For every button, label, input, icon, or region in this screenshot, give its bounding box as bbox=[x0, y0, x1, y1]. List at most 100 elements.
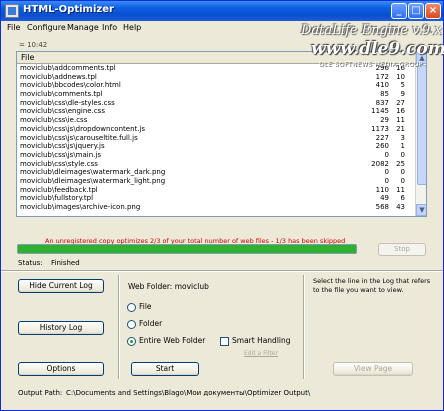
log-value-1: 29 bbox=[380, 116, 389, 125]
view-hint-text: Select the line in the Log that refers t… bbox=[313, 277, 431, 294]
watermark-line-2: www.dle9.com bbox=[311, 39, 444, 59]
log-file-path: moviclub\css\engine.css bbox=[20, 107, 105, 116]
radio-folder[interactable]: Folder bbox=[127, 319, 162, 329]
log-row[interactable]: moviclub\css\style.css 2082 25 bbox=[17, 160, 415, 169]
title-bar[interactable]: HTML-Optimizer _ □ × bbox=[1, 1, 443, 21]
log-value-2: 1 bbox=[400, 142, 405, 151]
output-path-value: C:\Documents and Settings\Blago\Мои доку… bbox=[66, 389, 311, 397]
hide-current-log-button[interactable]: Hide Current Log bbox=[18, 279, 104, 293]
log-value-1: 0 bbox=[384, 168, 389, 177]
log-file-path: moviclub\images\archive-icon.png bbox=[20, 203, 141, 211]
log-value-2: 27 bbox=[396, 98, 405, 107]
progress-fill bbox=[18, 245, 356, 253]
log-value-1: 110 bbox=[375, 185, 389, 194]
log-row[interactable]: moviclub\dleimages\watermark_light.png 0 0 bbox=[17, 177, 415, 186]
minimize-button[interactable]: _ bbox=[391, 3, 407, 19]
separator-left bbox=[118, 275, 120, 379]
menu-configure[interactable]: Configure bbox=[27, 23, 66, 32]
scroll-down-icon[interactable]: ▼ bbox=[416, 204, 426, 216]
log-row[interactable]: moviclub\css\js\carouseltite.full.js 227 3 bbox=[17, 134, 415, 143]
radio-file-label: File bbox=[139, 302, 152, 311]
log-file-path: moviclub\comments.tpl bbox=[20, 90, 103, 99]
log-value-2: 9 bbox=[400, 90, 405, 99]
log-value-2: 25 bbox=[396, 159, 405, 168]
menu-file[interactable]: File bbox=[7, 23, 20, 32]
log-row[interactable]: moviclub\addnews.tpl 172 10 bbox=[17, 73, 415, 82]
log-file-path: moviclub\css\js\dropdowncontent.js bbox=[20, 124, 146, 133]
log-file-path: moviclub\fullstory.tpl bbox=[20, 194, 94, 203]
checkbox-icon[interactable] bbox=[220, 336, 229, 346]
radio-entire-icon[interactable] bbox=[127, 336, 136, 346]
app-icon bbox=[5, 4, 19, 18]
start-button[interactable]: Start bbox=[131, 362, 199, 376]
log-row[interactable]: moviclub\css\engine.css 1145 16 bbox=[17, 107, 415, 116]
log-row[interactable]: moviclub\css\js\main.js 0 0 bbox=[17, 151, 415, 160]
log-value-2: 43 bbox=[396, 203, 405, 211]
status-value: Finished bbox=[51, 259, 80, 267]
progress-bar bbox=[17, 244, 357, 254]
radio-file-icon[interactable] bbox=[127, 302, 136, 312]
log-value-2: 10 bbox=[396, 72, 405, 81]
log-row[interactable]: moviclub\fullstory.tpl 49 6 bbox=[17, 194, 415, 203]
radio-entire-web-folder[interactable]: Entire Web Folder bbox=[127, 336, 205, 346]
log-value-1: 49 bbox=[380, 194, 389, 203]
menu-manage[interactable]: Manage bbox=[67, 23, 99, 32]
log-file-path: moviclub\feedback.tpl bbox=[20, 185, 98, 194]
log-value-2: 11 bbox=[396, 185, 405, 194]
log-row[interactable]: moviclub\comments.tpl 85 9 bbox=[17, 90, 415, 99]
log-value-1: 260 bbox=[375, 142, 389, 151]
log-value-1: 1173 bbox=[371, 124, 389, 133]
menu-info[interactable]: Info bbox=[102, 23, 117, 32]
radio-file[interactable]: File bbox=[127, 302, 152, 312]
log-value-2: 0 bbox=[400, 176, 405, 185]
separator-right bbox=[303, 275, 305, 379]
menu-help[interactable]: Help bbox=[123, 23, 141, 32]
divider bbox=[1, 270, 443, 272]
view-page-button[interactable]: View Page bbox=[333, 362, 413, 376]
close-button[interactable]: × bbox=[425, 3, 441, 19]
log-value-1: 410 bbox=[375, 81, 389, 90]
log-value-2: 16 bbox=[396, 107, 405, 116]
log-file-path: moviclub\addcomments.tpl bbox=[20, 64, 116, 72]
radio-folder-label: Folder bbox=[139, 319, 163, 328]
radio-folder-icon[interactable] bbox=[127, 319, 136, 329]
watermark-line-1: DataLife Engine v.9.x bbox=[301, 23, 442, 38]
log-value-2: 11 bbox=[396, 116, 405, 125]
log-scrollbar[interactable]: ▲ ▼ bbox=[415, 52, 426, 216]
log-file-path: moviclub\css\js\carouseltite.full.js bbox=[20, 133, 138, 142]
stop-button[interactable]: Stop bbox=[378, 243, 426, 256]
log-row[interactable]: moviclub\bbcodes\color.html 410 5 bbox=[17, 81, 415, 90]
log-file-path: moviclub\css\ie.css bbox=[20, 116, 88, 125]
watermark-line-3: DLE SOFTNEWS MEDIA GROUP bbox=[319, 61, 424, 68]
log-row[interactable]: moviclub\css\js\jquery.js 260 1 bbox=[17, 142, 415, 151]
log-file-path: moviclub\css\js\main.js bbox=[20, 150, 101, 159]
log-value-1: 0 bbox=[384, 150, 389, 159]
window-title: HTML-Optimizer bbox=[23, 4, 114, 15]
log-file-path: moviclub\css\dle-styles.css bbox=[20, 98, 115, 107]
log-row[interactable]: moviclub\dleimages\watermark_dark.png 0 0 bbox=[17, 168, 415, 177]
options-button[interactable]: Options bbox=[18, 362, 104, 376]
log-list[interactable]: File moviclub\addcomments.tpl 296 16 movicl… bbox=[16, 51, 427, 217]
log-file-path: moviclub\addnews.tpl bbox=[20, 72, 97, 81]
log-file-path: moviclub\dleimages\watermark_light.png bbox=[20, 176, 166, 185]
log-value-2: 5 bbox=[400, 81, 405, 90]
log-row[interactable]: moviclub\css\ie.css 29 11 bbox=[17, 116, 415, 125]
column-file-label: File bbox=[21, 53, 35, 62]
scroll-thumb[interactable] bbox=[417, 65, 426, 185]
log-row[interactable]: moviclub\css\js\dropdowncontent.js 1173 21 bbox=[17, 125, 415, 134]
history-log-button[interactable]: History Log bbox=[18, 321, 104, 335]
log-row[interactable]: moviclub\images\archive-icon.png 568 43 bbox=[17, 203, 415, 212]
log-value-1: 1145 bbox=[371, 107, 389, 116]
log-value-1: 0 bbox=[384, 176, 389, 185]
log-value-2: 0 bbox=[400, 150, 405, 159]
radio-entire-label: Entire Web Folder bbox=[139, 336, 206, 345]
maximize-button[interactable]: □ bbox=[408, 3, 424, 19]
log-value-1: 837 bbox=[375, 98, 389, 107]
smart-handling-checkbox[interactable]: Smart Handling bbox=[220, 336, 291, 346]
log-row[interactable]: moviclub\css\dle-styles.css 837 27 bbox=[17, 99, 415, 108]
log-value-1: 85 bbox=[380, 90, 389, 99]
edit-filter-link[interactable]: Edit a Filter bbox=[244, 350, 278, 357]
log-row[interactable]: moviclub\feedback.tpl 110 11 bbox=[17, 186, 415, 195]
web-folder-label: Web Folder: moviclub bbox=[128, 282, 209, 291]
smart-handling-label: Smart Handling bbox=[232, 336, 291, 345]
